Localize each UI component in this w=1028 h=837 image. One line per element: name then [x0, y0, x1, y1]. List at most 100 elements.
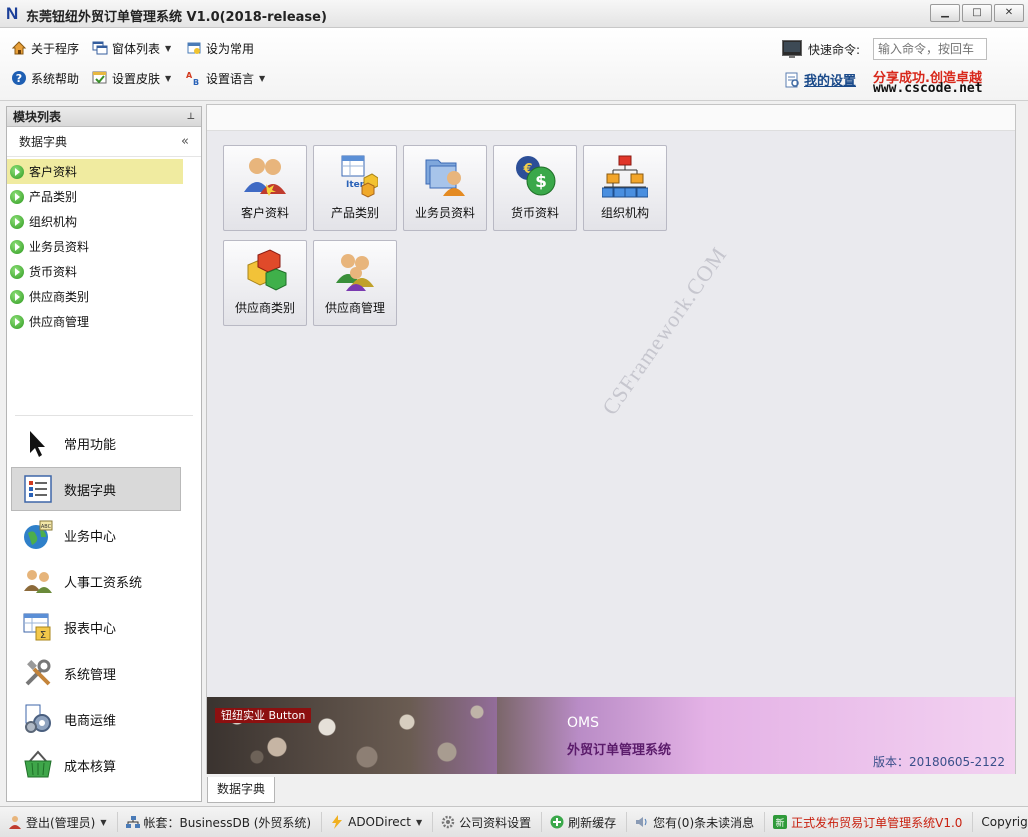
help-button[interactable]: ? 系统帮助 — [11, 68, 79, 88]
window-title: 东莞钮纽外贸订单管理系统 V1.0(2018-release) — [26, 10, 327, 25]
nav-item-ecommerce[interactable]: 电商运维 — [11, 697, 181, 741]
tile-organization[interactable]: 组织机构 — [583, 145, 667, 231]
chevron-down-icon: ▼ — [259, 73, 266, 83]
ado-menu[interactable]: ADODirect ▼ — [322, 812, 434, 832]
copyright-label: Copyrig — [981, 815, 1028, 829]
svg-text:ABC: ABC — [41, 524, 52, 530]
skin-menu[interactable]: 设置皮肤 ▼ — [92, 68, 171, 88]
tree-item-currency[interactable]: 货币资料 — [7, 259, 183, 284]
module-panel: 模块列表 ⊥ 数据字典 « 客户资料 产品类别 组织机构 业务员资料 货币资料 … — [6, 106, 202, 802]
report-icon: Σ — [23, 613, 51, 641]
about-button[interactable]: 关于程序 — [11, 38, 79, 58]
set-common-button[interactable]: 设为常用 — [186, 38, 254, 58]
account-info: 帐套：BusinessDB (外贸系统) — [118, 812, 323, 832]
tree-item-supplier-manage[interactable]: 供应商管理 — [7, 309, 183, 334]
quick-command: 快速命令: — [782, 40, 860, 58]
nav-item-label: 人事工资系统 — [64, 575, 143, 591]
logout-label: 登出(管理员) — [26, 815, 96, 830]
tree-item-label: 供应商类别 — [29, 290, 90, 304]
maximize-button[interactable]: □ — [962, 4, 992, 22]
nav-item-hr[interactable]: 人事工资系统 — [11, 559, 181, 603]
module-panel-header: 模块列表 ⊥ — [7, 107, 201, 127]
quick-command-label: 快速命令: — [808, 42, 861, 57]
document-tab[interactable]: 数据字典 — [207, 777, 275, 803]
salesman-icon — [425, 159, 465, 196]
quick-command-input[interactable] — [873, 38, 987, 60]
my-settings-link[interactable]: 我的设置 — [784, 70, 856, 89]
nav-item-business[interactable]: ABC 业务中心 — [11, 513, 181, 557]
tile-supplier-category[interactable]: 供应商类别 — [223, 240, 307, 326]
tile-supplier-manage[interactable]: 供应商管理 — [313, 240, 397, 326]
tile-label: 客户资料 — [240, 206, 289, 220]
gears-icon — [25, 704, 51, 733]
supplier-manage-icon — [336, 254, 374, 291]
window-list-menu[interactable]: 窗体列表 ▼ — [92, 38, 171, 58]
status-bar: 登出(管理员) ▼ 帐套：BusinessDB (外贸系统) ADODirect… — [0, 806, 1028, 837]
logout-button[interactable]: 登出(管理员) ▼ — [0, 812, 118, 832]
green-arrow-icon — [10, 164, 24, 179]
new-badge-icon: 新 — [773, 815, 788, 829]
nav-item-system[interactable]: 系统管理 — [11, 651, 181, 695]
tree-item-salesman[interactable]: 业务员资料 — [7, 234, 183, 259]
nav-item-label: 报表中心 — [64, 621, 117, 637]
tools-icon — [25, 659, 51, 686]
green-arrow-icon — [10, 289, 24, 304]
tree-item-customer[interactable]: 客户资料 — [7, 159, 183, 184]
messages-button[interactable]: 您有(0)条未读消息 — [627, 812, 766, 832]
account-label: 帐套：BusinessDB (外贸系统) — [143, 815, 312, 830]
language-icon: AB — [186, 71, 199, 86]
refresh-cache-label: 刷新缓存 — [568, 815, 617, 830]
tree-item-product-category[interactable]: 产品类别 — [7, 184, 183, 209]
watermark: CSFramework.COM — [597, 242, 732, 420]
svg-text:$: $ — [535, 172, 547, 192]
chevron-down-icon: ▼ — [100, 817, 107, 827]
nav-item-label: 电商运维 — [64, 713, 117, 729]
tree-item-supplier-category[interactable]: 供应商类别 — [7, 284, 183, 309]
collapse-icon[interactable]: « — [181, 134, 189, 149]
user-icon — [9, 816, 21, 829]
chevron-down-icon: ▼ — [415, 817, 423, 827]
list-icon — [24, 475, 52, 503]
tree-item-label: 产品类别 — [29, 190, 78, 204]
tile-currency[interactable]: € $ 货币资料 — [493, 145, 577, 231]
section-title: 数据字典 — [19, 135, 68, 149]
skin-label: 设置皮肤 — [112, 71, 161, 86]
windows-icon — [92, 41, 108, 55]
release-notice[interactable]: 新 正式发布贸易订单管理系统V1.0 — [765, 812, 974, 832]
nav-separator[interactable] — [15, 415, 193, 416]
nav-item-label: 常用功能 — [64, 437, 117, 453]
language-menu[interactable]: AB 设置语言 ▼ — [186, 68, 265, 88]
tile-label: 业务员资料 — [414, 206, 475, 220]
close-button[interactable]: ✕ — [994, 4, 1024, 22]
nav-item-common[interactable]: 常用功能 — [11, 421, 181, 465]
banner-version: 版本：20180605-2122 — [873, 755, 1005, 769]
tree-item-label: 客户资料 — [29, 165, 78, 179]
tile-salesman[interactable]: 业务员资料 — [403, 145, 487, 231]
globe-icon: ABC — [24, 520, 53, 549]
green-arrow-icon — [10, 239, 24, 254]
green-arrow-icon — [10, 314, 24, 329]
help-icon: ? — [12, 71, 26, 85]
refresh-cache-button[interactable]: 刷新缓存 — [542, 812, 628, 832]
nav-item-reports[interactable]: Σ 报表中心 — [11, 605, 181, 649]
chevron-down-icon: ▼ — [165, 73, 172, 83]
lightning-icon — [332, 815, 343, 829]
nav-item-data-dictionary[interactable]: 数据字典 — [11, 467, 181, 511]
nav-item-label: 数据字典 — [64, 483, 117, 499]
tile-label: 供应商管理 — [324, 301, 385, 315]
people-icon — [24, 570, 52, 593]
my-settings-label: 我的设置 — [804, 74, 857, 89]
tile-product-category[interactable]: Item 产品类别 — [313, 145, 397, 231]
company-settings-button[interactable]: 公司资料设置 — [433, 812, 543, 832]
minimize-button[interactable]: ▁ — [930, 4, 960, 22]
company-settings-label: 公司资料设置 — [459, 815, 532, 830]
tile-customers[interactable]: 客户资料 — [223, 145, 307, 231]
tree-item-organization[interactable]: 组织机构 — [7, 209, 183, 234]
content-header — [207, 105, 1015, 131]
nav-item-cost[interactable]: 成本核算 — [11, 743, 181, 787]
copyright: Copyrig — [973, 812, 1028, 832]
window-controls: ▁ □ ✕ — [930, 4, 1024, 22]
pin-icon[interactable]: ⊥ — [187, 112, 195, 122]
help-label: 系统帮助 — [31, 71, 80, 86]
cursor-icon — [30, 431, 45, 457]
